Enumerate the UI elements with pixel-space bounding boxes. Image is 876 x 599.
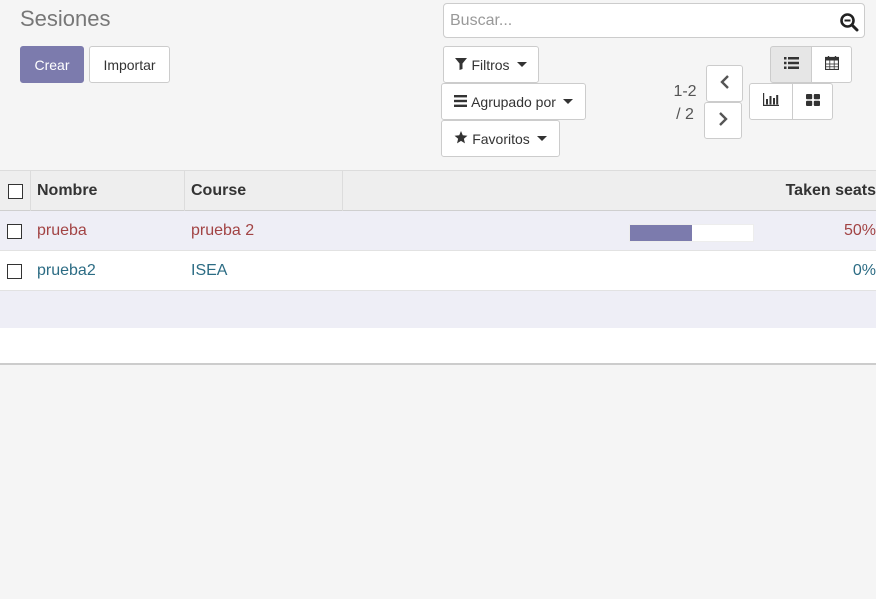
pager-total: / 2: [676, 106, 694, 123]
row-select-cell: [7, 211, 25, 251]
select-all-checkbox[interactable]: [7, 183, 23, 199]
calendar-view-button[interactable]: [811, 46, 852, 83]
pager-next-button[interactable]: [704, 102, 742, 139]
filters-button[interactable]: Filtros: [443, 46, 539, 83]
row-name[interactable]: prueba: [37, 211, 185, 251]
taken-seats-progress-fill: [630, 225, 692, 241]
favorites-button[interactable]: Favoritos: [441, 120, 560, 157]
bar-chart-icon: [763, 93, 779, 110]
search-input[interactable]: [450, 4, 830, 37]
kanban-view-button[interactable]: [792, 83, 833, 120]
calendar-icon: [824, 55, 839, 74]
filters-label: Filtros: [471, 56, 510, 73]
group-by-label: Agrupado por: [471, 93, 556, 110]
select-all-cell: [0, 171, 31, 211]
table-header: Nombre Course Taken seats: [0, 170, 876, 211]
row-select-cell: [7, 251, 25, 291]
create-button[interactable]: Crear: [20, 46, 84, 83]
row-course[interactable]: ISEA: [191, 251, 341, 291]
chevron-left-icon: [719, 75, 730, 92]
column-header-nombre[interactable]: Nombre: [31, 171, 185, 211]
column-header-taken-seats[interactable]: Taken seats: [343, 171, 876, 211]
table-row[interactable]: prueba2 ISEA 0%: [0, 251, 876, 291]
bars-icon: [454, 94, 468, 110]
group-by-button[interactable]: Agrupado por: [441, 83, 586, 120]
pager-value: 1-2 / 2: [668, 80, 702, 126]
search-icon[interactable]: [839, 12, 859, 32]
favorites-label: Favoritos: [472, 130, 530, 147]
row-course[interactable]: prueba 2: [191, 211, 341, 251]
row-taken-seats: 50%: [843, 222, 876, 239]
filter-icon: [455, 57, 468, 73]
caret-down-icon: [562, 99, 573, 104]
caret-down-icon: [516, 62, 527, 67]
table-row[interactable]: prueba prueba 2 50%: [0, 211, 876, 251]
empty-row: [0, 291, 876, 328]
page-title: Sesiones: [20, 6, 111, 31]
row-checkbox[interactable]: [7, 263, 22, 279]
search-box: [443, 3, 865, 38]
pager-range: 1-2: [673, 83, 697, 100]
row-name[interactable]: prueba2: [37, 251, 185, 291]
taken-seats-progress-bar: [629, 224, 754, 242]
import-button[interactable]: Importar: [89, 46, 170, 83]
chevron-right-icon: [718, 112, 728, 129]
pager-previous-button[interactable]: [706, 65, 743, 102]
star-icon: [454, 130, 468, 147]
list-view-button[interactable]: [770, 46, 812, 83]
kanban-icon: [805, 93, 820, 110]
graph-view-button[interactable]: [749, 83, 793, 120]
caret-down-icon: [536, 136, 547, 141]
row-checkbox[interactable]: [7, 223, 22, 239]
list-icon: [783, 56, 799, 73]
column-header-course[interactable]: Course: [185, 171, 343, 211]
empty-row: [0, 328, 876, 365]
row-taken-seats: 0%: [852, 262, 876, 279]
